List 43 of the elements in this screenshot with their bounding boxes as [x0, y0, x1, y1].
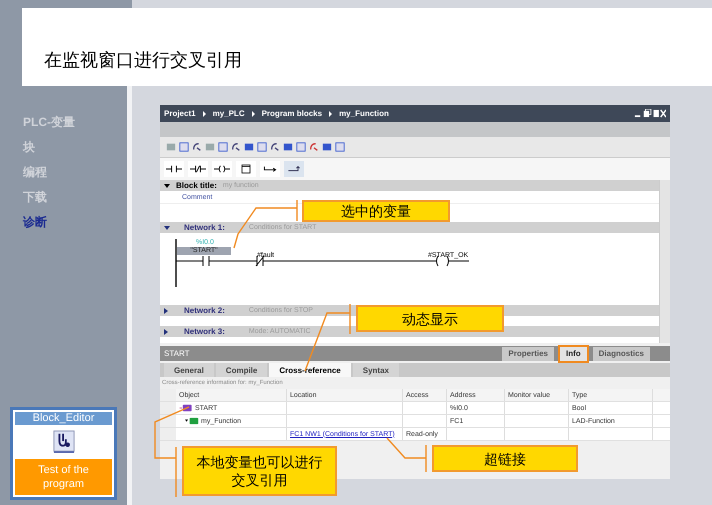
page-title: 在监视窗口进行交叉引用 [44, 49, 242, 72]
inspector-tab[interactable]: Diagnostics [592, 346, 650, 360]
contact-icon[interactable] [164, 161, 184, 177]
callout-text: 本地变量也可以进行交叉引用 [196, 453, 324, 489]
subtab[interactable]: Cross-reference [269, 363, 351, 377]
close-branch-icon[interactable] [284, 161, 304, 177]
breadcrumb-item[interactable]: Project1 [164, 109, 196, 118]
breadcrumb-item[interactable]: my_Function [339, 109, 389, 118]
expand-arrow-icon[interactable] [164, 328, 168, 334]
network-label: Network 1: [184, 223, 225, 232]
block-icon [185, 417, 199, 425]
expand-arrow-icon[interactable] [164, 308, 168, 314]
window-controls-icon[interactable] [634, 109, 666, 118]
scrollbar[interactable] [659, 180, 670, 343]
breadcrumb-arrow-icon [329, 110, 332, 116]
card-title: Block_Editor [15, 412, 112, 425]
callout-text: 选中的变量 [341, 202, 411, 220]
inspector-tab[interactable]: Info [560, 346, 587, 360]
inspector-tab[interactable]: Properties [502, 346, 554, 360]
object-name: START [164, 349, 190, 358]
breadcrumb-arrow-icon [252, 110, 255, 116]
breadcrumb-item[interactable]: my_PLC [212, 109, 245, 118]
nav-item[interactable]: 诊断 [23, 214, 117, 231]
coil-icon[interactable] [212, 161, 232, 177]
collapse-arrow-icon[interactable] [164, 226, 170, 230]
subtab[interactable]: Syntax [352, 363, 399, 377]
callout-text: 动态显示 [402, 310, 458, 328]
leader-line [386, 437, 427, 473]
row-header [160, 415, 176, 427]
branch-icon[interactable] [260, 161, 280, 177]
block-title-label: Block title: [176, 181, 217, 190]
stethoscope-icon[interactable] [52, 429, 74, 455]
breadcrumb-arrow-icon [202, 110, 206, 116]
breadcrumb-item[interactable]: Program blocks [262, 109, 322, 118]
collapse-arrow-icon[interactable] [164, 184, 170, 188]
subtab[interactable]: Compile [216, 363, 268, 377]
network-label: Network 2: [184, 306, 225, 315]
box-icon[interactable] [236, 161, 256, 177]
callout-text: 超链接 [484, 450, 526, 468]
negated-contact-icon[interactable] [188, 161, 208, 177]
subtab[interactable]: General [164, 363, 214, 377]
tag-icon [179, 404, 193, 412]
network-label: Network 3: [184, 327, 225, 336]
